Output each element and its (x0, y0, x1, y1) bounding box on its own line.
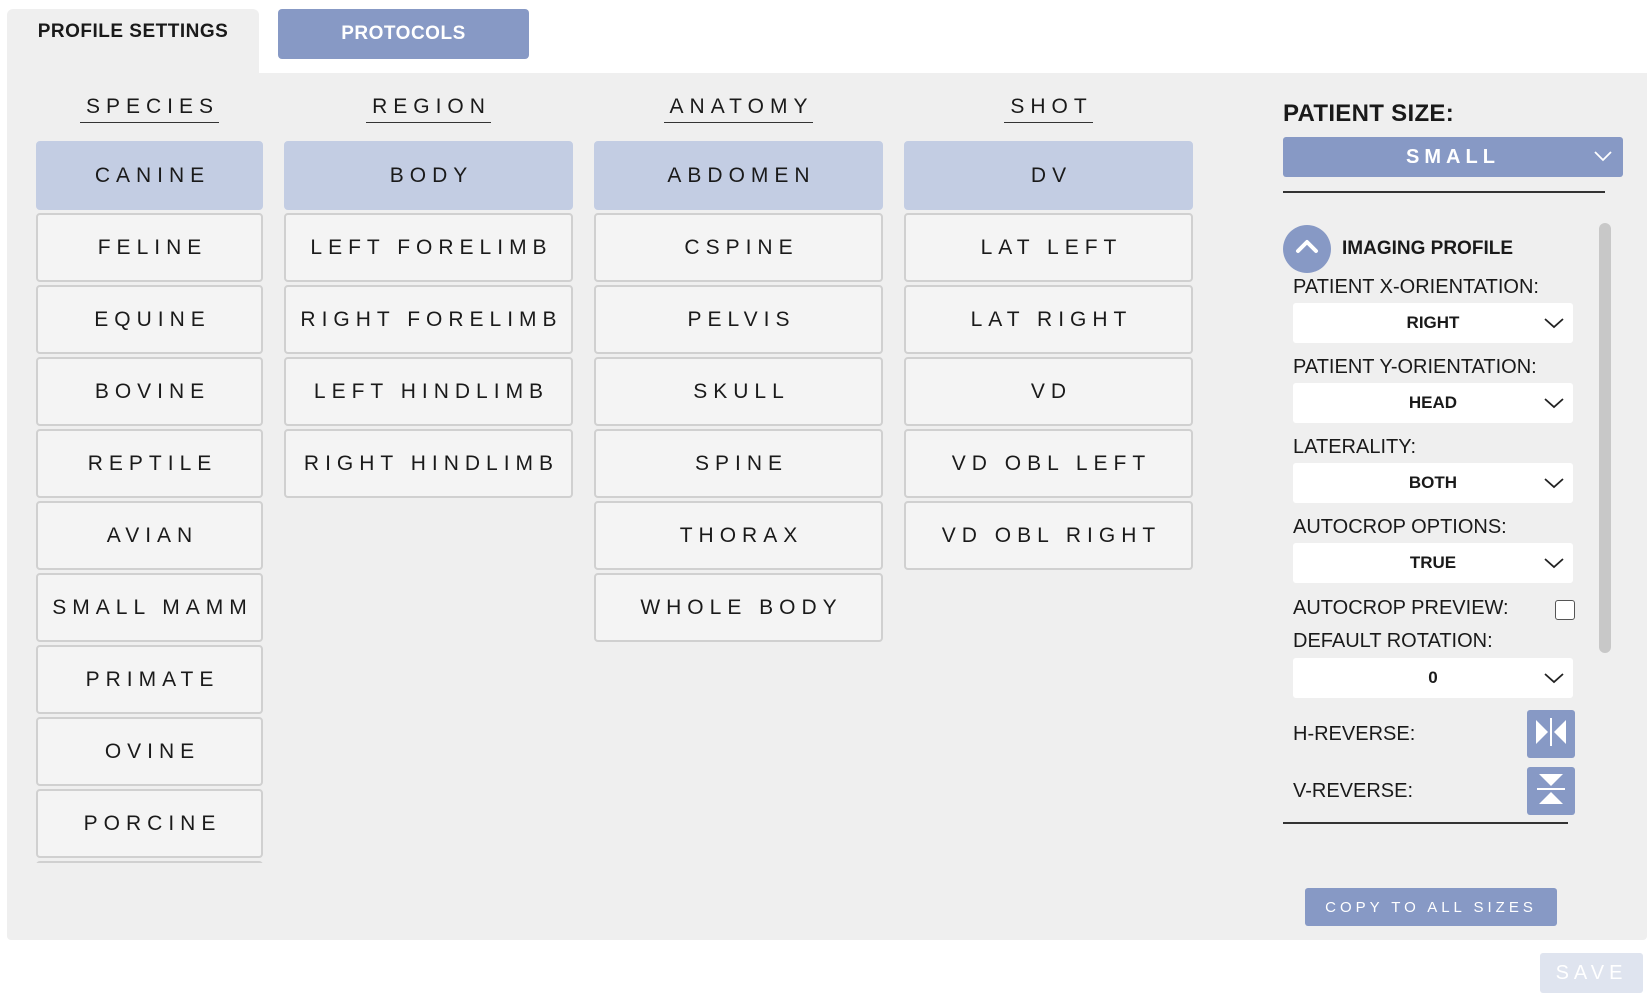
anatomy-list: ABDOMEN CSPINE PELVIS SKULL SPINE THORAX WHOLE… (594, 141, 883, 863)
species-item[interactable]: SMALL MAMM (36, 573, 263, 642)
chevron-down-icon (1593, 146, 1613, 172)
patient-size-panel: PATIENT SIZE: SMALL IMAGING PROFILE PATI… (1281, 73, 1641, 940)
anatomy-item[interactable]: WHOLE BODY (594, 573, 883, 642)
shot-item[interactable]: LAT RIGHT (904, 285, 1193, 354)
anatomy-item[interactable]: SKULL (594, 357, 883, 426)
species-item[interactable]: BOVINE (36, 357, 263, 426)
region-header: REGION (284, 95, 573, 133)
species-header: SPECIES (36, 95, 263, 133)
patient-size-value: SMALL (1406, 145, 1500, 168)
chevron-down-icon (1543, 393, 1565, 418)
shot-column: SHOT DV LAT LEFT LAT RIGHT VD VD OBL LEFT VD … (904, 95, 1193, 570)
laterality-value: BOTH (1408, 473, 1458, 492)
species-item[interactable]: REPTILE (36, 429, 263, 498)
laterality-select[interactable]: BOTH (1293, 463, 1573, 503)
anatomy-header: ANATOMY (594, 95, 883, 133)
tab-bar: PROFILE SETTINGS PROTOCOLS (7, 9, 1647, 73)
h-reverse-button[interactable] (1527, 710, 1575, 758)
species-item[interactable]: PRIMATE (36, 645, 263, 714)
species-item[interactable]: AVIAN (36, 501, 263, 570)
patient-size-select[interactable]: SMALL (1283, 137, 1623, 177)
save-button[interactable]: SAVE (1540, 953, 1643, 993)
species-item[interactable]: PORCINE (36, 789, 263, 858)
y-orientation-value: HEAD (1408, 393, 1458, 412)
anatomy-item[interactable]: THORAX (594, 501, 883, 570)
tab-protocols[interactable]: PROTOCOLS (278, 9, 529, 59)
region-column: REGION BODY LEFT FORELIMB RIGHT FORELIMB LE… (284, 95, 573, 498)
tab-profile-settings[interactable]: PROFILE SETTINGS (7, 9, 259, 73)
default-rotation-label: DEFAULT ROTATION: (1293, 630, 1493, 652)
shot-item[interactable]: LAT LEFT (904, 213, 1193, 282)
default-rotation-select[interactable]: 0 (1293, 658, 1573, 698)
chevron-up-icon (1294, 234, 1320, 265)
profile-settings-panel: SPECIES CANINE FELINE EQUINE BOVINE REPTILE A… (7, 73, 1647, 940)
patient-size-title: PATIENT SIZE: (1283, 100, 1455, 127)
shot-item[interactable]: VD OBL LEFT (904, 429, 1193, 498)
imaging-profile-title: IMAGING PROFILE (1342, 238, 1513, 259)
h-reverse-label: H-REVERSE: (1293, 723, 1416, 745)
autocrop-options-label: AUTOCROP OPTIONS: (1293, 516, 1507, 538)
shot-list: DV LAT LEFT LAT RIGHT VD VD OBL LEFT VD OBL R… (904, 141, 1193, 863)
shot-header: SHOT (904, 95, 1193, 133)
y-orientation-label: PATIENT Y-ORIENTATION: (1293, 356, 1537, 378)
autocrop-preview-label: AUTOCROP PREVIEW: (1293, 597, 1509, 619)
x-orientation-value: RIGHT (1406, 313, 1460, 332)
region-item[interactable]: LEFT FORELIMB (284, 213, 573, 282)
anatomy-item[interactable]: ABDOMEN (594, 141, 883, 210)
chevron-down-icon (1543, 313, 1565, 338)
default-rotation-value: 0 (1428, 668, 1438, 687)
flip-horizontal-icon (1534, 717, 1568, 752)
region-item[interactable]: BODY (284, 141, 573, 210)
shot-item[interactable]: VD (904, 357, 1193, 426)
anatomy-item[interactable]: CSPINE (594, 213, 883, 282)
x-orientation-label: PATIENT X-ORIENTATION: (1293, 276, 1539, 298)
anatomy-item[interactable]: SPINE (594, 429, 883, 498)
v-reverse-label: V-REVERSE: (1293, 780, 1414, 802)
shot-item[interactable]: VD OBL RIGHT (904, 501, 1193, 570)
divider-top (1283, 191, 1605, 193)
x-orientation-select[interactable]: RIGHT (1293, 303, 1573, 343)
v-reverse-button[interactable] (1527, 767, 1575, 815)
imaging-profile-scrollbar[interactable] (1599, 223, 1611, 653)
species-item[interactable]: EQUINE (36, 285, 263, 354)
autocrop-options-value: TRUE (1409, 553, 1457, 572)
anatomy-item[interactable]: PELVIS (594, 285, 883, 354)
anatomy-column: ANATOMY ABDOMEN CSPINE PELVIS SKULL SPINE THO… (594, 95, 883, 642)
flip-vertical-icon (1536, 772, 1566, 811)
divider-bottom (1283, 822, 1568, 824)
species-list: CANINE FELINE EQUINE BOVINE REPTILE AVIAN SMAL… (36, 141, 263, 863)
species-column: SPECIES CANINE FELINE EQUINE BOVINE REPTILE A… (36, 95, 263, 863)
imaging-profile-scroll-area: IMAGING PROFILE PATIENT X-ORIENTATION: R… (1283, 223, 1603, 877)
autocrop-preview-checkbox[interactable] (1555, 600, 1575, 620)
collapse-imaging-profile-button[interactable] (1283, 225, 1331, 273)
copy-to-all-sizes-button[interactable]: COPY TO ALL SIZES (1305, 888, 1557, 926)
y-orientation-select[interactable]: HEAD (1293, 383, 1573, 423)
region-list: BODY LEFT FORELIMB RIGHT FORELIMB LEFT HIND… (284, 141, 573, 863)
region-item[interactable]: RIGHT HINDLIMB (284, 429, 573, 498)
species-item[interactable]: CANINE (36, 141, 263, 210)
chevron-down-icon (1543, 668, 1565, 693)
species-item[interactable]: FELINE (36, 213, 263, 282)
shot-item[interactable]: DV (904, 141, 1193, 210)
region-item[interactable]: RIGHT FORELIMB (284, 285, 573, 354)
laterality-label: LATERALITY: (1293, 436, 1417, 458)
species-item[interactable]: OVINE (36, 717, 263, 786)
chevron-down-icon (1543, 553, 1565, 578)
chevron-down-icon (1543, 473, 1565, 498)
species-item[interactable] (36, 861, 263, 863)
autocrop-options-select[interactable]: TRUE (1293, 543, 1573, 583)
region-item[interactable]: LEFT HINDLIMB (284, 357, 573, 426)
